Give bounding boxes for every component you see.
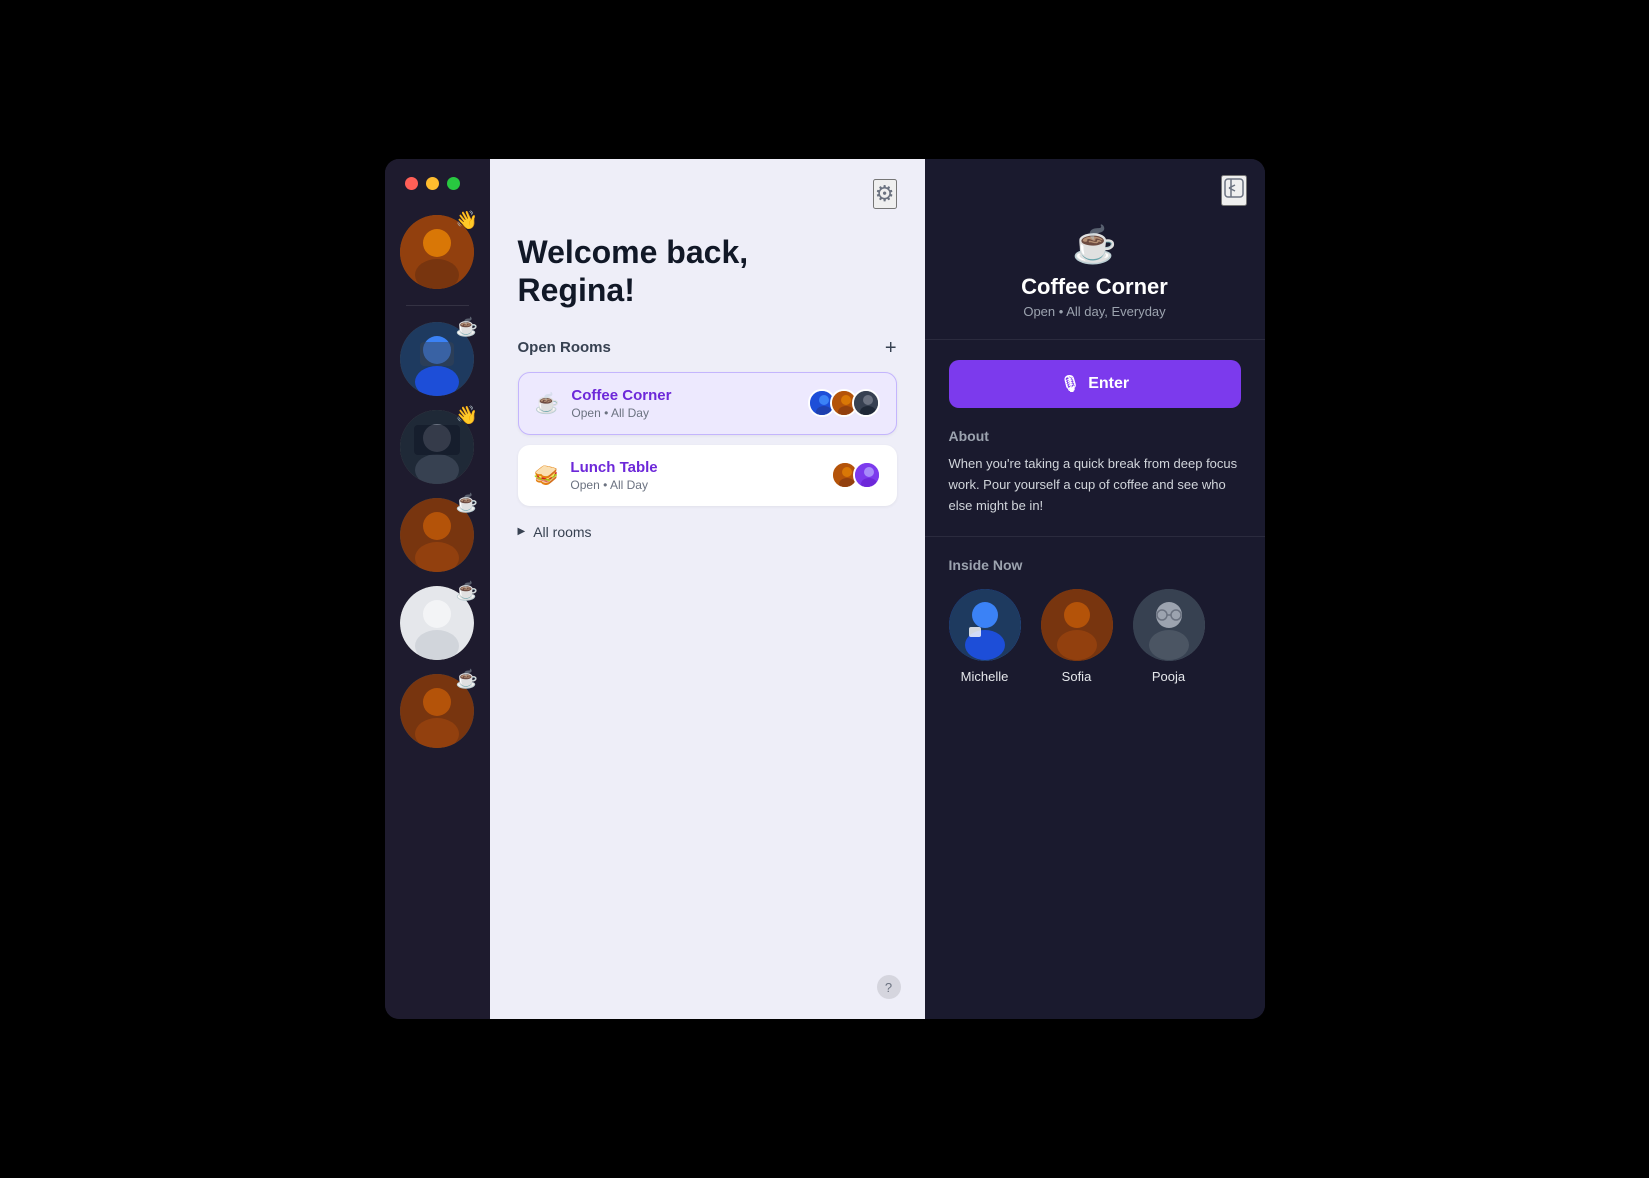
sidebar-divider: [406, 305, 469, 306]
lunch-table-avatars: [831, 461, 881, 489]
room-avatar-sm-5: [853, 461, 881, 489]
person-card-michelle[interactable]: Michelle: [949, 589, 1021, 684]
avatar-badge-3: 👋: [456, 406, 478, 424]
all-rooms-arrow: ▶: [518, 526, 526, 537]
lunch-table-emoji: 🥪: [534, 463, 559, 488]
room-hero: ☕ Coffee Corner Open • All day, Everyday: [925, 214, 1265, 340]
app-window: 👋 ☕: [385, 159, 1265, 1019]
about-title: About: [949, 428, 1241, 444]
avatar-badge-1: 👋: [456, 211, 478, 229]
avatar-3[interactable]: 👋: [400, 410, 474, 484]
avatar-2[interactable]: ☕: [400, 322, 474, 396]
open-rooms-label: Open Rooms: [518, 339, 611, 356]
about-text: When you're taking a quick break from de…: [949, 454, 1241, 516]
close-button[interactable]: [405, 177, 418, 190]
lunch-table-status: Open • All Day: [570, 478, 657, 492]
avatar-5[interactable]: ☕: [400, 586, 474, 660]
enter-room-button[interactable]: 🎙 Enter: [949, 360, 1241, 408]
sidebar: 👋 ☕: [385, 159, 490, 1019]
avatar-badge-4: ☕: [456, 494, 478, 512]
coffee-corner-avatars: [808, 389, 880, 417]
avatar-6[interactable]: ☕: [400, 674, 474, 748]
all-rooms-label: All rooms: [533, 524, 591, 540]
pooja-avatar: [1133, 589, 1205, 661]
room-hero-name: Coffee Corner: [1021, 274, 1168, 300]
room-card-lunch-table[interactable]: 🥪 Lunch Table Open • All Day: [518, 445, 897, 506]
sofia-name: Sofia: [1062, 669, 1092, 684]
inside-persons-list: Michelle Sofia: [949, 589, 1241, 684]
room-hero-status: Open • All day, Everyday: [1023, 304, 1165, 319]
lunch-table-name: Lunch Table: [570, 459, 657, 476]
room-card-left-lunch: 🥪 Lunch Table Open • All Day: [534, 459, 658, 492]
main-content: ⚙ Welcome back, Regina! Open Rooms + ☕ C…: [490, 159, 925, 1019]
avatar-badge-5: ☕: [456, 582, 478, 600]
welcome-title: Welcome back, Regina!: [518, 233, 897, 310]
right-panel: ☕ Coffee Corner Open • All day, Everyday…: [925, 159, 1265, 1019]
room-avatar-sm-3: [852, 389, 880, 417]
collapse-panel-button[interactable]: [1221, 175, 1247, 206]
settings-button[interactable]: ⚙: [873, 179, 897, 209]
sofia-avatar: [1041, 589, 1113, 661]
enter-wave-icon: 🎙: [1060, 374, 1080, 394]
open-rooms-header: Open Rooms +: [518, 338, 897, 358]
panel-topbar: [925, 159, 1265, 214]
room-hero-emoji: ☕: [1072, 224, 1117, 266]
coffee-corner-status: Open • All Day: [571, 406, 671, 420]
all-rooms-button[interactable]: ▶ All rooms: [518, 524, 897, 540]
room-card-left-coffee: ☕ Coffee Corner Open • All Day: [535, 387, 672, 420]
titlebar: [405, 177, 460, 190]
inside-now-title: Inside Now: [949, 557, 1241, 573]
add-room-button[interactable]: +: [885, 338, 897, 358]
michelle-avatar: [949, 589, 1021, 661]
about-section: About When you're taking a quick break f…: [925, 408, 1265, 537]
avatar-4[interactable]: ☕: [400, 498, 474, 572]
avatar-badge-2: ☕: [456, 318, 478, 336]
minimize-button[interactable]: [426, 177, 439, 190]
avatar-1[interactable]: 👋: [400, 215, 474, 289]
maximize-button[interactable]: [447, 177, 460, 190]
pooja-name: Pooja: [1152, 669, 1185, 684]
room-card-coffee-corner[interactable]: ☕ Coffee Corner Open • All Day: [518, 372, 897, 435]
avatar-badge-6: ☕: [456, 670, 478, 688]
michelle-name: Michelle: [961, 669, 1009, 684]
enter-label: Enter: [1088, 375, 1129, 393]
main-header: ⚙: [518, 179, 897, 209]
person-card-sofia[interactable]: Sofia: [1041, 589, 1113, 684]
coffee-corner-name: Coffee Corner: [571, 387, 671, 404]
help-button[interactable]: ?: [877, 975, 901, 999]
inside-now-section: Inside Now Michelle: [925, 537, 1265, 704]
coffee-corner-emoji: ☕: [535, 391, 560, 416]
person-card-pooja[interactable]: Pooja: [1133, 589, 1205, 684]
